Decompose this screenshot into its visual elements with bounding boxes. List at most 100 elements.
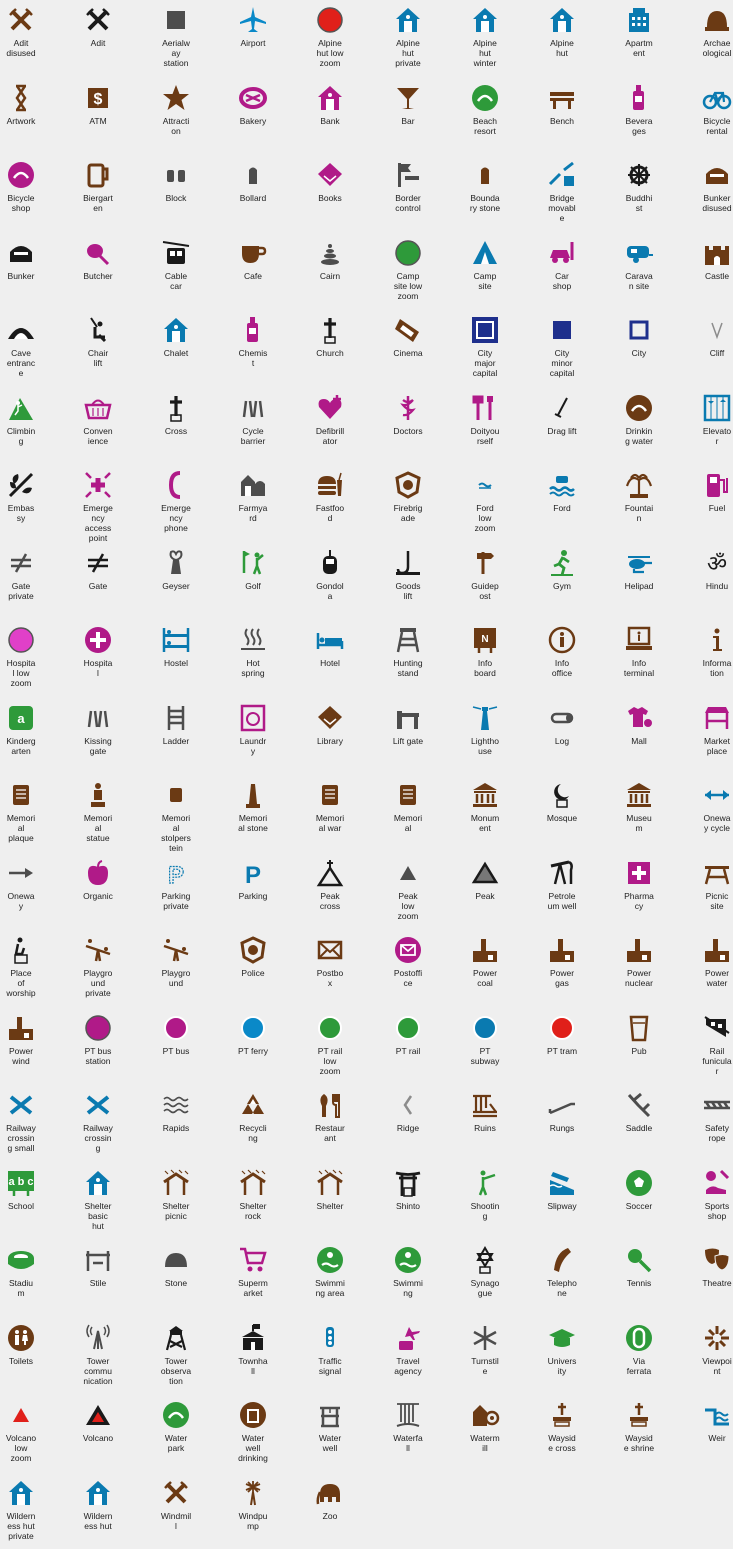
icon-label: Soccer — [625, 1201, 653, 1211]
icon-cell: Shootin g — [452, 1165, 518, 1239]
icon-label: PT subway — [470, 1046, 500, 1066]
railway-crossing-icon — [83, 1090, 113, 1120]
icon-label: Waysid e shrine — [623, 1433, 655, 1453]
icon-cell: Power coal — [452, 932, 518, 1006]
water-park-icon — [161, 1400, 191, 1430]
postoffice-icon — [393, 935, 423, 965]
icon-label: PT bus station — [84, 1046, 112, 1066]
icon-cell: Safety rope — [684, 1087, 733, 1161]
alpine-hut-low-zoom-icon — [315, 5, 345, 35]
power-wind-icon — [6, 1013, 36, 1043]
icon-cell: Bevera ges — [606, 80, 672, 154]
icon-cell: Gate — [65, 545, 131, 619]
icon-cell: Pub — [606, 1010, 672, 1084]
icon-label: Hospita l — [83, 658, 113, 678]
car-shop-icon — [547, 238, 577, 268]
icon-cell: Bar — [375, 80, 441, 154]
icon-label: Windmil l — [160, 1511, 192, 1531]
icon-label: Informa tion — [702, 658, 732, 678]
icon-label: Memori al statue — [83, 813, 113, 843]
volcano-icon — [83, 1400, 113, 1430]
playground-icon — [161, 935, 191, 965]
icon-label: Bevera ges — [625, 116, 653, 136]
icon-label: Car shop — [552, 271, 572, 291]
icon-label: Books — [318, 193, 342, 203]
icon-label: Memori al plaque — [6, 813, 36, 843]
icon-cell: Tennis — [606, 1242, 672, 1316]
windpump-icon — [238, 1478, 268, 1508]
icon-label: Fastfoo d — [315, 503, 345, 523]
tennis-icon — [624, 1245, 654, 1275]
icon-cell: Alpine hut winter — [452, 2, 518, 76]
icon-cell: a Kinderg arten — [0, 700, 54, 774]
icon-label: Biergart en — [83, 193, 113, 213]
viewpoint-icon — [702, 1323, 732, 1353]
icon-label: Stile — [89, 1278, 107, 1288]
icon-label: Onewa y cycle — [703, 813, 731, 833]
icon-cell: Postbo x — [297, 932, 363, 1006]
icon-label: Shelter picnic — [162, 1201, 190, 1221]
icon-label: Bounda ry stone — [469, 193, 501, 213]
icon-label: Ridge — [396, 1123, 420, 1133]
icon-label: Bank — [320, 116, 340, 126]
icon-label: Hunting stand — [393, 658, 423, 678]
cinema-icon — [393, 315, 423, 345]
icon-cell: Theatre — [684, 1242, 733, 1316]
cable-car-icon — [161, 238, 191, 268]
icon-label: Info terminal — [623, 658, 655, 678]
icon-label: Apartm ent — [625, 38, 653, 58]
icon-cell: Bank — [297, 80, 363, 154]
chalet-icon — [161, 315, 191, 345]
icon-label: Hot spring — [241, 658, 265, 678]
icon-label: Volcano low zoom — [5, 1433, 37, 1463]
hot-spring-icon — [238, 625, 268, 655]
icon-label: Stadiu m — [8, 1278, 34, 1298]
memorial-war-icon — [315, 780, 345, 810]
icon-label: Adit disused — [6, 38, 36, 58]
icon-label: Tower observa tion — [160, 1356, 192, 1386]
library-icon — [315, 703, 345, 733]
parking-private-icon: P — [161, 858, 191, 888]
mall-icon — [624, 703, 654, 733]
icon-label: Lift gate — [392, 736, 424, 746]
safety-rope-icon — [702, 1090, 732, 1120]
icon-label: Memori al stone — [238, 813, 268, 833]
icon-cell: Power water — [684, 932, 733, 1006]
icon-label: Sports shop — [704, 1201, 730, 1221]
ridge-icon — [393, 1090, 423, 1120]
firebrigade-icon — [393, 470, 423, 500]
icon-cell: Pharma cy — [606, 855, 672, 929]
shelter-picnic-icon — [161, 1168, 191, 1198]
school-icon: a b c — [6, 1168, 36, 1198]
icon-label: Cafe — [244, 271, 262, 281]
icon-cell: Mall — [606, 700, 672, 774]
pt-rail-icon — [393, 1013, 423, 1043]
icon-label: Bicycle shop — [7, 193, 35, 213]
supermarket-icon — [238, 1245, 268, 1275]
memorial-statue-icon — [83, 780, 113, 810]
icon-label: Bunker — [7, 271, 35, 281]
picnic-site-icon — [702, 858, 732, 888]
icon-label: Cinema — [393, 348, 423, 358]
icon-label: Petrole um well — [547, 891, 577, 911]
icon-cell: PT rail — [375, 1010, 441, 1084]
icon-label: Church — [316, 348, 344, 358]
hotel-icon — [315, 625, 345, 655]
icon-cell: Wildern ess hut private — [0, 1475, 54, 1549]
power-water-icon — [702, 935, 732, 965]
svg-text:P: P — [245, 862, 261, 888]
icon-cell: Ridge — [375, 1087, 441, 1161]
icon-cell: Memori al statue — [65, 777, 131, 851]
icon-label: Library — [317, 736, 343, 746]
icon-label: Power gas — [549, 968, 575, 988]
icon-label: Kinderg arten — [6, 736, 36, 756]
synagogue-icon — [470, 1245, 500, 1275]
icon-label: Synago gue — [470, 1278, 500, 1298]
icon-label: Stone — [164, 1278, 188, 1288]
icon-label: Emerge ncy phone — [161, 503, 191, 533]
icon-cell: Rapids — [143, 1087, 209, 1161]
golf-icon — [238, 548, 268, 578]
pharmacy-icon — [624, 858, 654, 888]
icon-label: Via ferrata — [626, 1356, 652, 1376]
attraction-icon — [161, 83, 191, 113]
